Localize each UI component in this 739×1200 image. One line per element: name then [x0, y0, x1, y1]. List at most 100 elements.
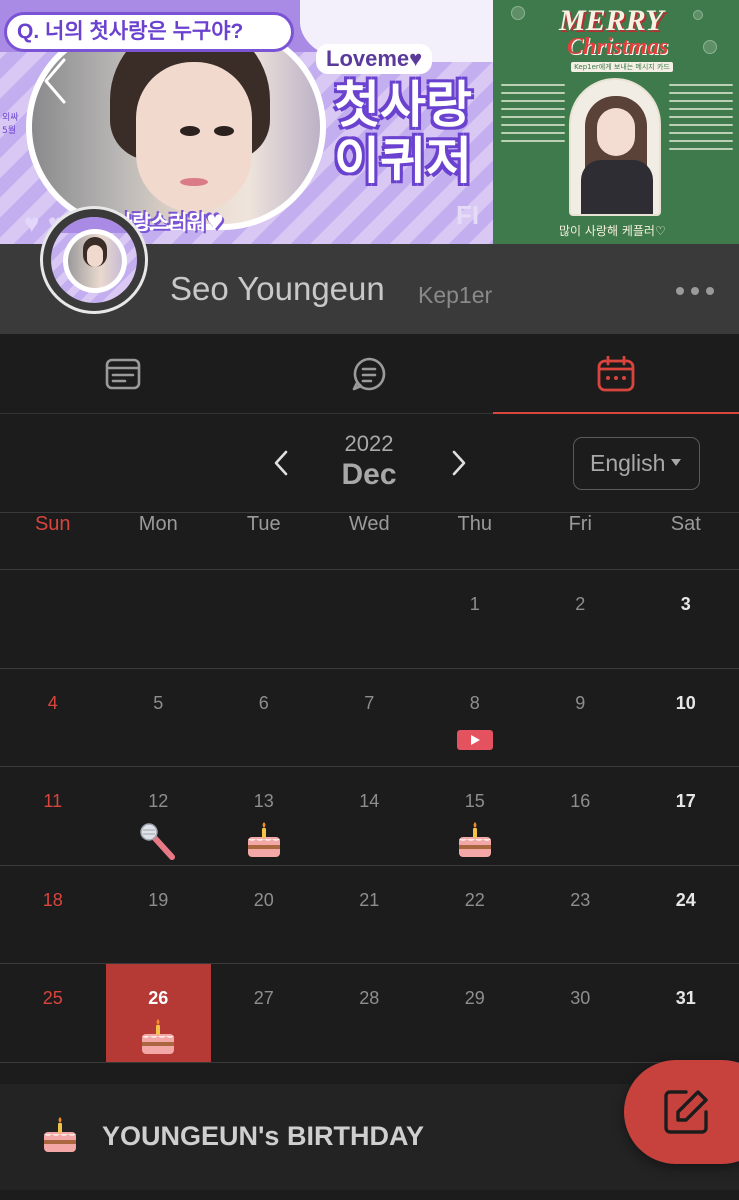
banner-prev-arrow-icon[interactable] [36, 54, 76, 108]
day-cell-7[interactable]: 7 [317, 669, 423, 767]
day-cell-18[interactable]: 18 [0, 866, 106, 964]
day-cell-11[interactable]: 11 [0, 767, 106, 865]
day-cell-28[interactable]: 28 [317, 964, 423, 1062]
heart-icon: ♥ [24, 208, 40, 238]
day-cell-15[interactable]: 15 [422, 767, 528, 865]
day-number: 19 [148, 889, 169, 910]
weekday-header: Sun Mon Tue Wed Thu Fri Sat [0, 512, 739, 570]
day-number: 11 [43, 791, 63, 811]
next-month-chevron-icon[interactable] [444, 446, 474, 480]
banner-image-fancard[interactable]: Q. 너의 첫사랑은 누구야? Loveme♥ 첫사랑 이퀴저 외싸 5월 ♥ … [0, 0, 493, 244]
day-cell-26[interactable]: 26 [105, 964, 212, 1062]
edit-pencil-icon [664, 1090, 708, 1134]
day-number: 25 [42, 988, 63, 1008]
day-number: 17 [675, 791, 696, 811]
calendar-year: 2022 [344, 431, 394, 456]
weekday-sat: Sat [670, 513, 701, 535]
youtube-icon [422, 729, 528, 751]
ornament-icon [693, 10, 703, 20]
tab-chat[interactable] [246, 334, 492, 414]
calendar-week-row: 11 12 13 14 15 16 17 [0, 767, 739, 866]
calendar-week-row: 25 26 27 28 29 30 31 [0, 964, 739, 1063]
day-cell-9[interactable]: 9 [528, 669, 634, 767]
microphone-icon [106, 821, 212, 861]
day-cell-19[interactable]: 19 [106, 866, 212, 964]
calendar-grid: 1 2 3 4 5 6 7 8 9 10 11 12 13 14 15 16 17 18 19 20 21 22 23 24 2… [0, 570, 739, 1063]
ornament-icon [703, 40, 717, 54]
banner-loveme: Loveme♥ [316, 44, 433, 74]
day-cell-6[interactable]: 6 [211, 669, 317, 767]
language-value: English [590, 450, 666, 476]
compose-button[interactable] [624, 1060, 739, 1164]
chat-bubble-icon [352, 357, 386, 391]
day-cell-1[interactable]: 1 [422, 570, 528, 668]
banner-side-text: 외싸 5월 [2, 113, 19, 136]
day-cell-10[interactable]: 10 [633, 669, 739, 767]
day-cell-23[interactable]: 23 [528, 866, 634, 964]
weekday-tue: Tue [246, 513, 281, 535]
weekday-fri: Fri [568, 513, 592, 535]
xmas-title: MERRY [559, 4, 664, 37]
profile-banner: Q. 너의 첫사랑은 누구야? Loveme♥ 첫사랑 이퀴저 외싸 5월 ♥ … [0, 0, 739, 244]
day-cell-13[interactable]: 13 [211, 767, 317, 865]
day-number: 28 [359, 988, 380, 1008]
day-cell-3[interactable]: 3 [633, 570, 739, 668]
handwritten-letter-left [501, 84, 565, 148]
day-number: 29 [464, 988, 485, 1008]
profile-group: Kep1er [418, 282, 493, 308]
xmas-footer: 많이 사랑해 케플러♡ [559, 224, 666, 238]
xmas-title-2: Christmas [567, 34, 669, 60]
day-cell-12[interactable]: 12 [106, 767, 212, 865]
language-select[interactable]: English [573, 437, 700, 490]
day-cell-empty [317, 570, 423, 668]
more-options-icon[interactable] [676, 280, 724, 302]
day-number: 24 [675, 889, 696, 910]
day-number: 16 [570, 791, 591, 811]
day-cell-2[interactable]: 2 [528, 570, 634, 668]
day-cell-27[interactable]: 27 [211, 964, 317, 1062]
banner-corner-mark: FI [456, 200, 480, 230]
day-number: 10 [675, 692, 696, 713]
weekday-mon: Mon [138, 513, 178, 535]
day-number: 30 [570, 988, 591, 1008]
day-cell-4[interactable]: 4 [0, 669, 106, 767]
day-cell-5[interactable]: 5 [106, 669, 212, 767]
day-cell-29[interactable]: 29 [422, 964, 528, 1062]
day-cell-16[interactable]: 16 [528, 767, 634, 865]
banner-headline-1: 첫사랑 [334, 76, 472, 134]
day-number: 4 [47, 692, 58, 713]
day-cell-24[interactable]: 24 [633, 866, 739, 964]
cake-icon [422, 821, 528, 859]
calendar-icon [597, 356, 635, 392]
day-cell-20[interactable]: 20 [211, 866, 317, 964]
weekday-sun: Sun [34, 513, 71, 535]
day-cell-17[interactable]: 17 [633, 767, 739, 865]
calendar-month: Dec [341, 458, 397, 491]
app-screen: Q. 너의 첫사랑은 누구야? Loveme♥ 첫사랑 이퀴저 외싸 5월 ♥ … [0, 0, 739, 1200]
weekday-wed: Wed [348, 513, 390, 535]
calendar-week-row: 4 5 6 7 8 9 10 [0, 669, 739, 767]
day-cell-8[interactable]: 8 [422, 669, 528, 767]
day-number: 27 [253, 988, 274, 1008]
avatar[interactable] [40, 206, 148, 314]
day-cell-30[interactable]: 30 [528, 964, 634, 1062]
banner-image-christmas-card[interactable]: MERRY Christmas Kep1er에게 보내는 메시지 카드 많이 사… [493, 0, 739, 244]
day-cell-21[interactable]: 21 [317, 866, 423, 964]
day-cell-22[interactable]: 22 [422, 866, 528, 964]
cake-icon [211, 821, 317, 859]
day-number: 3 [680, 594, 691, 614]
day-cell-31[interactable]: 31 [633, 964, 739, 1062]
day-number: 1 [469, 594, 480, 614]
prev-month-chevron-icon[interactable] [266, 446, 296, 480]
tab-calendar[interactable] [493, 334, 739, 415]
day-number: 26 [148, 988, 169, 1008]
day-number: 6 [258, 692, 269, 713]
banner-headline-2: 이퀴저 [334, 132, 472, 190]
day-number: 7 [364, 692, 375, 713]
tab-feed[interactable] [0, 334, 246, 414]
day-number: 13 [253, 791, 274, 811]
day-cell-14[interactable]: 14 [317, 767, 423, 865]
cake-icon [106, 1018, 212, 1056]
weekday-thu: Thu [457, 513, 492, 535]
day-cell-25[interactable]: 25 [0, 964, 106, 1062]
